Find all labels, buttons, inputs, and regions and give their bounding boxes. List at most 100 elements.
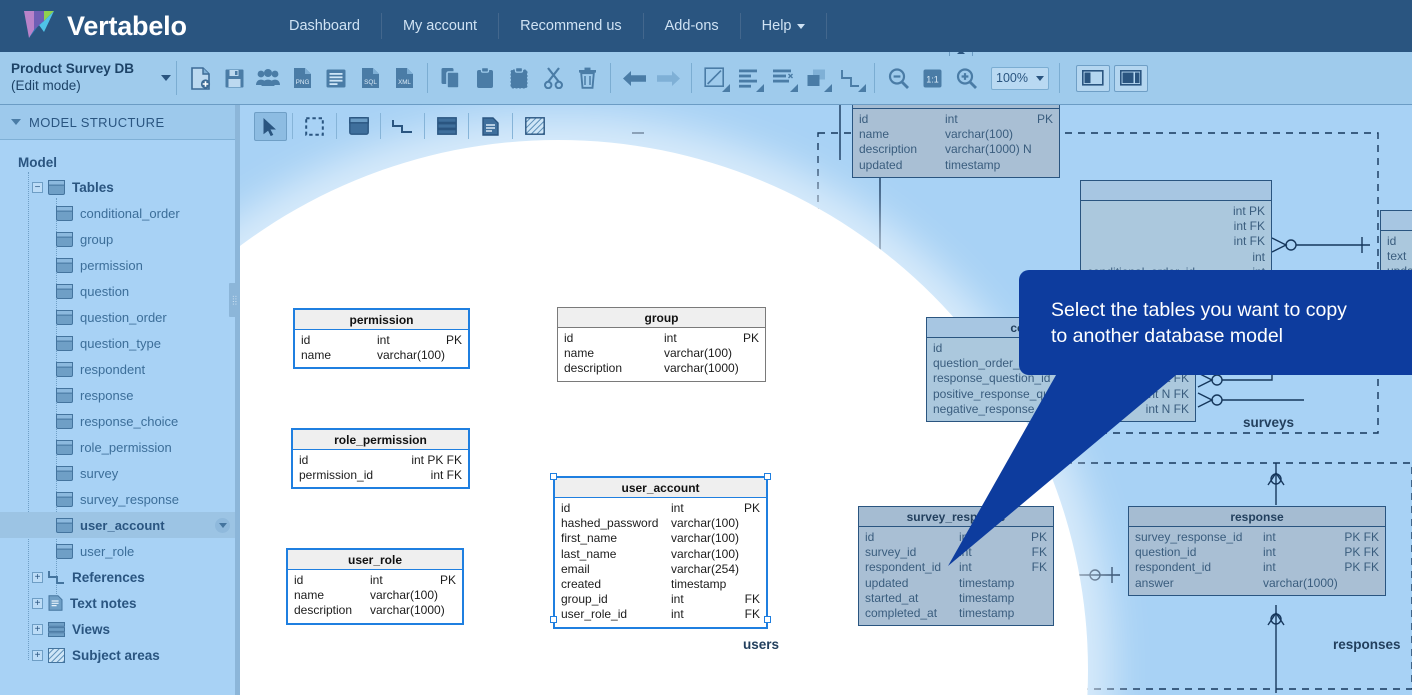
nav-recommend-us[interactable]: Recommend us [498, 13, 643, 39]
share-users-button[interactable] [251, 62, 285, 94]
sidebar-item-question[interactable]: question [0, 278, 240, 304]
table-column: int PK [1087, 204, 1265, 219]
line-style-button[interactable] [698, 62, 732, 94]
resize-handle-bottom-right[interactable] [764, 616, 771, 623]
table-group[interactable]: group id int PK name varchar(100) descripti… [557, 307, 766, 382]
zoom-in-button[interactable] [949, 62, 983, 94]
sidebar-item-group[interactable]: group [0, 226, 240, 252]
bring-to-front-button[interactable] [800, 62, 834, 94]
sidebar-item-references[interactable]: + References [0, 564, 240, 590]
zoom-level-select[interactable]: 100% [991, 66, 1049, 90]
column-type: int [664, 331, 677, 345]
table-column: id int PK [561, 501, 760, 516]
left-panel-toggle-button[interactable] [1076, 64, 1110, 92]
sidebar-item-respondent[interactable]: respondent [0, 356, 240, 382]
table-header: permission [295, 310, 468, 330]
column-name: id [561, 501, 571, 515]
resize-handle-bottom-left[interactable] [550, 616, 557, 623]
sidebar-item-survey[interactable]: survey [0, 460, 240, 486]
resize-handle-top-right[interactable] [764, 473, 771, 480]
sidebar-item-user_account[interactable]: user_account [0, 512, 240, 538]
export-sql-button[interactable]: SQL [353, 62, 387, 94]
distribute-button[interactable] [766, 62, 800, 94]
column-key: PK [445, 333, 462, 347]
marquee-select-tool[interactable] [298, 112, 331, 141]
sidebar-item-survey_response[interactable]: survey_response [0, 486, 240, 512]
new-view-tool[interactable] [430, 112, 463, 141]
table-top-partial[interactable]: id int PK name varchar(100) description varc… [852, 105, 1060, 178]
export-png-button[interactable]: PNG [285, 62, 319, 94]
sidebar-item-label: group [80, 231, 114, 247]
nav-help-label: Help [761, 18, 792, 34]
model-menu-button[interactable] [155, 61, 177, 95]
table-user_account[interactable]: user_account id int PK hashed_password varc… [553, 476, 768, 629]
column-key: PK [1036, 112, 1053, 126]
brand-logo[interactable]: Vertabelo [0, 8, 268, 44]
column-name: last_name [561, 546, 617, 561]
toolbar-divider [336, 113, 337, 139]
sidebar-item-question_type[interactable]: question_type [0, 330, 240, 356]
sidebar-item-permission[interactable]: permission [0, 252, 240, 278]
new-reference-tool[interactable] [386, 112, 419, 141]
nav-add-ons[interactable]: Add-ons [642, 13, 740, 39]
save-button[interactable] [217, 62, 251, 94]
share-users-icon [256, 69, 280, 86]
nav-dashboard[interactable]: Dashboard [268, 13, 381, 39]
sidebar-item-question_order[interactable]: question_order [0, 304, 240, 330]
paste-special-button[interactable] [502, 62, 536, 94]
table-column: name varchar(100) [301, 348, 462, 363]
delete-button[interactable] [570, 62, 604, 94]
table-permission[interactable]: permission id int PK name varchar(100) [293, 308, 470, 370]
sidebar-scrollbar-thumb[interactable] [229, 283, 240, 317]
new-text-note-tool[interactable] [474, 112, 507, 141]
table-icon [56, 257, 73, 273]
zoom-reset-button[interactable]: 1:1 [915, 62, 949, 94]
sidebar-item-text-notes[interactable]: + Text notes [0, 590, 240, 616]
sidebar-item-response_choice[interactable]: response_choice [0, 408, 240, 434]
align-left-button[interactable] [732, 62, 766, 94]
model-structure-header[interactable]: MODEL STRUCTURE [0, 105, 240, 140]
table-column: id int PK [859, 112, 1053, 127]
table-header: role_permission [293, 430, 468, 450]
copy-button[interactable] [434, 62, 468, 94]
column-type: int [1263, 530, 1276, 544]
sidebar-item-views[interactable]: + Views [0, 616, 240, 642]
new-subject-area-tool[interactable] [518, 112, 551, 141]
sidebar-item-subject-areas[interactable]: + Subject areas [0, 642, 240, 668]
paste-button[interactable] [468, 62, 502, 94]
tree-node-tables[interactable]: − Tables [0, 174, 240, 200]
table-user_role[interactable]: user_role id int PK name varchar(100) descr… [286, 548, 464, 625]
expand-toggle-icon[interactable]: + [32, 597, 43, 609]
collapse-toggle-icon[interactable]: − [32, 181, 43, 193]
reroute-button[interactable] [834, 62, 868, 94]
expand-toggle-icon[interactable]: + [32, 571, 43, 583]
column-name: permission_id [299, 468, 374, 483]
sidebar-item-menu-button[interactable] [215, 517, 230, 533]
diagram-canvas[interactable]: id int PK name varchar(100) description varc… [240, 105, 1412, 695]
redo-button[interactable] [651, 62, 685, 94]
table-role_permission[interactable]: role_permission id int PK FK permission_i… [291, 428, 470, 490]
svg-text:XML: XML [398, 79, 411, 86]
chevron-down-icon [790, 84, 798, 92]
undo-button[interactable] [617, 62, 651, 94]
new-table-tool[interactable] [342, 112, 375, 141]
expand-toggle-icon[interactable]: + [32, 649, 43, 661]
cut-button[interactable] [536, 62, 570, 94]
sidebar-item-role_permission[interactable]: role_permission [0, 434, 240, 460]
sidebar-item-conditional_order[interactable]: conditional_order [0, 200, 240, 226]
right-panel-toggle-button[interactable] [1114, 64, 1148, 92]
table-column: group_id int FK [561, 592, 760, 607]
print-button[interactable] [319, 62, 353, 94]
resize-handle-top-left[interactable] [550, 473, 557, 480]
pointer-tool[interactable] [254, 111, 287, 141]
export-xml-button[interactable]: XML [387, 62, 421, 94]
expand-toggle-icon[interactable]: + [32, 623, 43, 635]
nav-my-account[interactable]: My account [380, 13, 498, 39]
zoom-out-button[interactable] [881, 62, 915, 94]
nav-help[interactable]: Help [739, 13, 828, 39]
column-name: id [1387, 234, 1397, 248]
new-document-button[interactable] [183, 62, 217, 94]
tree-root-model[interactable]: Model [0, 152, 240, 174]
sidebar-item-user_role[interactable]: user_role [0, 538, 240, 564]
sidebar-item-response[interactable]: response [0, 382, 240, 408]
